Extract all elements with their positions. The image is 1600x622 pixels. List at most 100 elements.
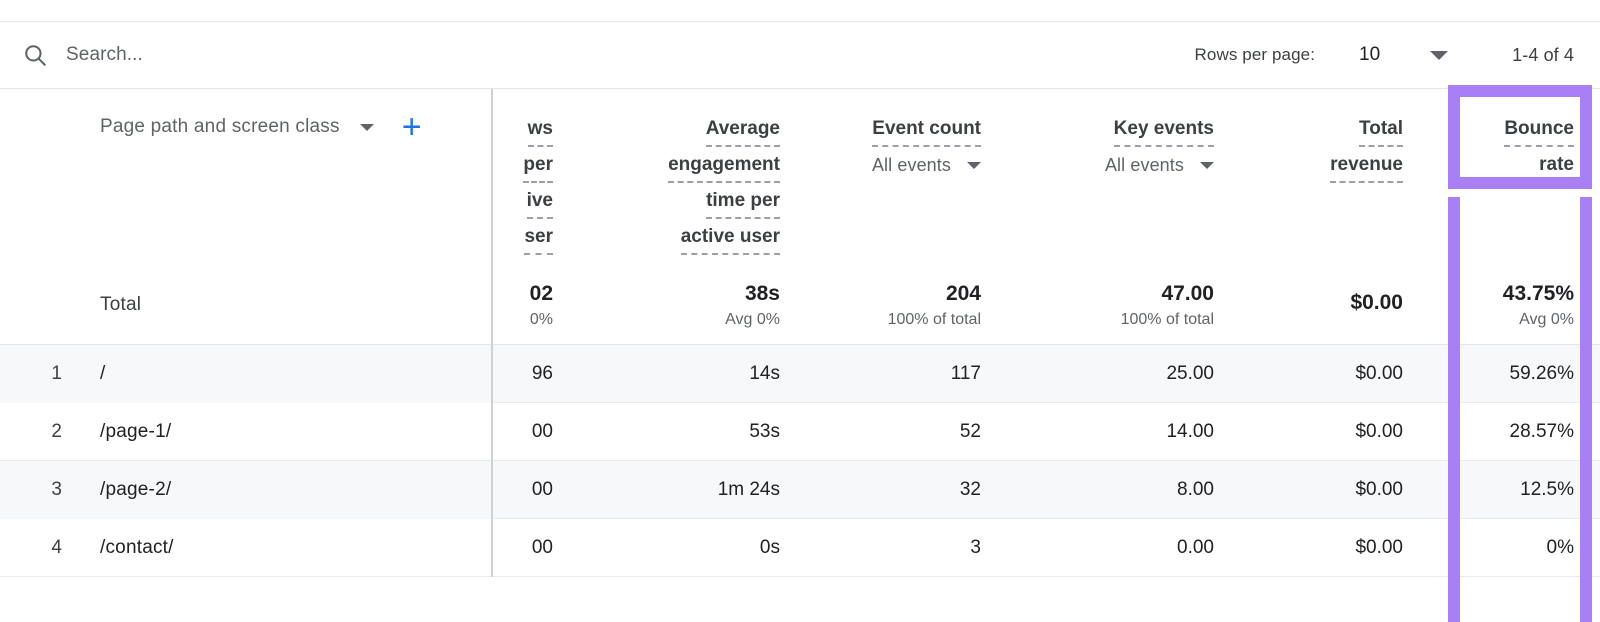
row-index: 4 (0, 537, 62, 559)
column-header-views-per-active-user[interactable]: ws per ive ser (493, 89, 553, 257)
cell-total-revenue: $0.00 (1244, 345, 1416, 403)
cell-value: 53s (749, 421, 780, 443)
cell-value: $0.00 (1355, 479, 1403, 501)
cell-value: 14.00 (1166, 421, 1214, 443)
cell-key-events: 0.00 (1004, 519, 1244, 577)
cell-value: 96 (532, 363, 553, 385)
cell-value: 0s (760, 537, 780, 559)
column-header-line: Total (1359, 113, 1403, 147)
chevron-down-icon[interactable] (1430, 51, 1448, 60)
cell-views-per-active-user: 00 (493, 519, 553, 577)
row-dimension-cell: 3 /page-2/ (0, 461, 493, 519)
cell-value: $0.00 (1355, 421, 1403, 443)
cell-avg-engagement-time: 53s (553, 403, 786, 461)
event-count-scope-select[interactable]: All events (872, 155, 981, 176)
search-icon (22, 42, 48, 68)
rows-per-page-label: Rows per page: (1195, 45, 1315, 65)
total-value: 204 (946, 282, 981, 306)
cell-value: $0.00 (1355, 363, 1403, 385)
cell-value: 0.00 (1177, 537, 1214, 559)
row-dimension-cell: 2 /page-1/ (0, 403, 493, 461)
cell-total-revenue: $0.00 (1244, 519, 1416, 577)
cell-value: 8.00 (1177, 479, 1214, 501)
dimension-selector[interactable]: Page path and screen class + (0, 116, 422, 138)
column-header-event-count[interactable]: Event count All events (786, 89, 1004, 176)
column-header-lines: Average engagement time per active user (668, 113, 780, 257)
chevron-down-icon[interactable] (360, 124, 374, 131)
cell-value: 117 (951, 363, 981, 385)
column-header-bounce-rate[interactable]: Bounce rate (1416, 89, 1600, 185)
column-header-lines: Total revenue (1330, 113, 1403, 185)
cell-value: 59.26% (1510, 363, 1574, 385)
row-page-path[interactable]: /page-2/ (62, 479, 171, 501)
table-row[interactable]: 4 /contact/ 00 0s 3 0.00 $0.00 0% (0, 519, 1600, 577)
row-index: 3 (0, 479, 62, 501)
column-header-lines: Event count (872, 113, 981, 149)
total-value: 02 (530, 282, 553, 306)
cell-value: 32 (960, 479, 981, 501)
total-avg-engagement-time: 38s Avg 0% (553, 265, 786, 345)
table-row[interactable]: 2 /page-1/ 00 53s 52 14.00 $0.00 28.57% (0, 403, 1600, 461)
column-header-line: Bounce (1504, 113, 1574, 147)
column-header-key-events[interactable]: Key events All events (1004, 89, 1244, 176)
cell-views-per-active-user: 00 (493, 461, 553, 519)
chevron-down-icon[interactable] (967, 162, 981, 169)
pagination-controls: Rows per page: 10 1-4 of 4 (1195, 44, 1600, 66)
search-input[interactable] (66, 44, 486, 66)
column-header-line: revenue (1330, 149, 1403, 183)
row-page-path[interactable]: /page-1/ (62, 421, 171, 443)
row-dimension-cell: 4 /contact/ (0, 519, 493, 577)
rows-per-page-value[interactable]: 10 (1359, 44, 1380, 66)
search-box[interactable] (22, 42, 486, 68)
column-header-line: engagement (668, 149, 780, 183)
column-header-lines: Bounce rate (1504, 113, 1574, 185)
table-header-row: Page path and screen class + ws per ive … (0, 89, 1600, 265)
cell-value: 0% (1547, 537, 1574, 559)
total-subvalue: Avg 0% (1519, 311, 1574, 329)
data-table: Page path and screen class + ws per ive … (0, 89, 1600, 577)
row-page-path[interactable]: / (62, 363, 105, 385)
cell-views-per-active-user: 96 (493, 345, 553, 403)
cell-value: 28.57% (1510, 421, 1574, 443)
total-label: Total (62, 294, 141, 316)
dimension-header-cell: Page path and screen class + (0, 89, 493, 265)
cell-bounce-rate: 0% (1416, 519, 1600, 577)
chevron-down-icon[interactable] (1200, 162, 1214, 169)
column-header-line: rate (1539, 149, 1574, 183)
total-subvalue: 0% (530, 311, 553, 329)
cell-value: 52 (960, 421, 981, 443)
key-events-scope-select[interactable]: All events (1105, 155, 1214, 176)
column-header-line: time per (706, 185, 780, 219)
cell-key-events: 25.00 (1004, 345, 1244, 403)
cell-value: 00 (532, 421, 553, 443)
total-value: 47.00 (1161, 282, 1214, 306)
cell-value: 3 (970, 537, 981, 559)
plus-icon[interactable]: + (402, 117, 422, 137)
cell-avg-engagement-time: 14s (553, 345, 786, 403)
row-index: 1 (0, 363, 62, 385)
cell-event-count: 3 (786, 519, 1004, 577)
column-header-avg-engagement-time[interactable]: Average engagement time per active user (553, 89, 786, 257)
cell-total-revenue: $0.00 (1244, 461, 1416, 519)
column-header-line: ive (527, 185, 553, 219)
cell-event-count: 52 (786, 403, 1004, 461)
table-row[interactable]: 3 /page-2/ 00 1m 24s 32 8.00 $0.00 12.5% (0, 461, 1600, 519)
event-count-scope-label: All events (872, 155, 951, 176)
table-toolbar: Rows per page: 10 1-4 of 4 (0, 21, 1600, 89)
table-row[interactable]: 1 / 96 14s 117 25.00 $0.00 59.26% (0, 345, 1600, 403)
column-header-total-revenue[interactable]: Total revenue (1244, 89, 1416, 185)
cell-value: 12.5% (1520, 479, 1574, 501)
analytics-table-screen: Rows per page: 10 1-4 of 4 Page path and… (0, 0, 1600, 622)
cell-event-count: 117 (786, 345, 1004, 403)
row-page-path[interactable]: /contact/ (62, 537, 174, 559)
total-views-per-active-user: 02 0% (493, 265, 553, 345)
cell-value: 25.00 (1166, 363, 1214, 385)
cell-avg-engagement-time: 0s (553, 519, 786, 577)
total-subvalue: 100% of total (1121, 311, 1214, 329)
total-dimension-cell: Total (0, 265, 493, 345)
total-event-count: 204 100% of total (786, 265, 1004, 345)
total-key-events: 47.00 100% of total (1004, 265, 1244, 345)
cell-value: $0.00 (1355, 537, 1403, 559)
total-subvalue: 100% of total (888, 311, 981, 329)
cell-value: 1m 24s (718, 479, 780, 501)
